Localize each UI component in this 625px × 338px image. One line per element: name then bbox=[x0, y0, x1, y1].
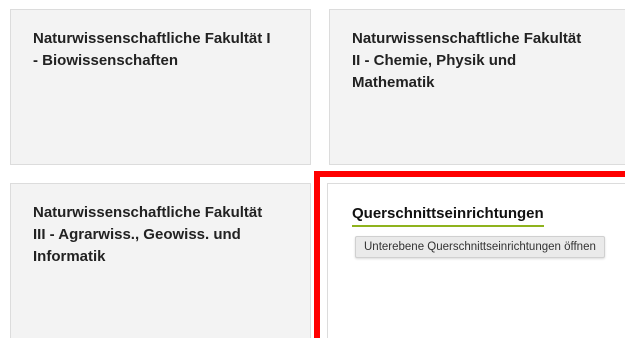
faculty-grid: Naturwissenschaftliche Fakultät I - Biow… bbox=[0, 0, 625, 338]
tooltip: Unterebene Querschnittseinrichtungen öff… bbox=[355, 236, 605, 258]
querschnittseinrichtungen-link[interactable]: Querschnittseinrichtungen bbox=[352, 204, 544, 227]
tile-querschnittseinrichtungen[interactable]: Querschnittseinrichtungen Unterebene Que… bbox=[327, 183, 625, 338]
tile-faculty-agrar-geo-info[interactable]: Naturwissenschaftliche Fakultät III - Ag… bbox=[10, 183, 311, 338]
tile-faculty-bio[interactable]: Naturwissenschaftliche Fakultät I - Biow… bbox=[10, 9, 311, 165]
tile-faculty-chem-phys-math[interactable]: Naturwissenschaftliche Fakultät II - Che… bbox=[329, 9, 625, 165]
